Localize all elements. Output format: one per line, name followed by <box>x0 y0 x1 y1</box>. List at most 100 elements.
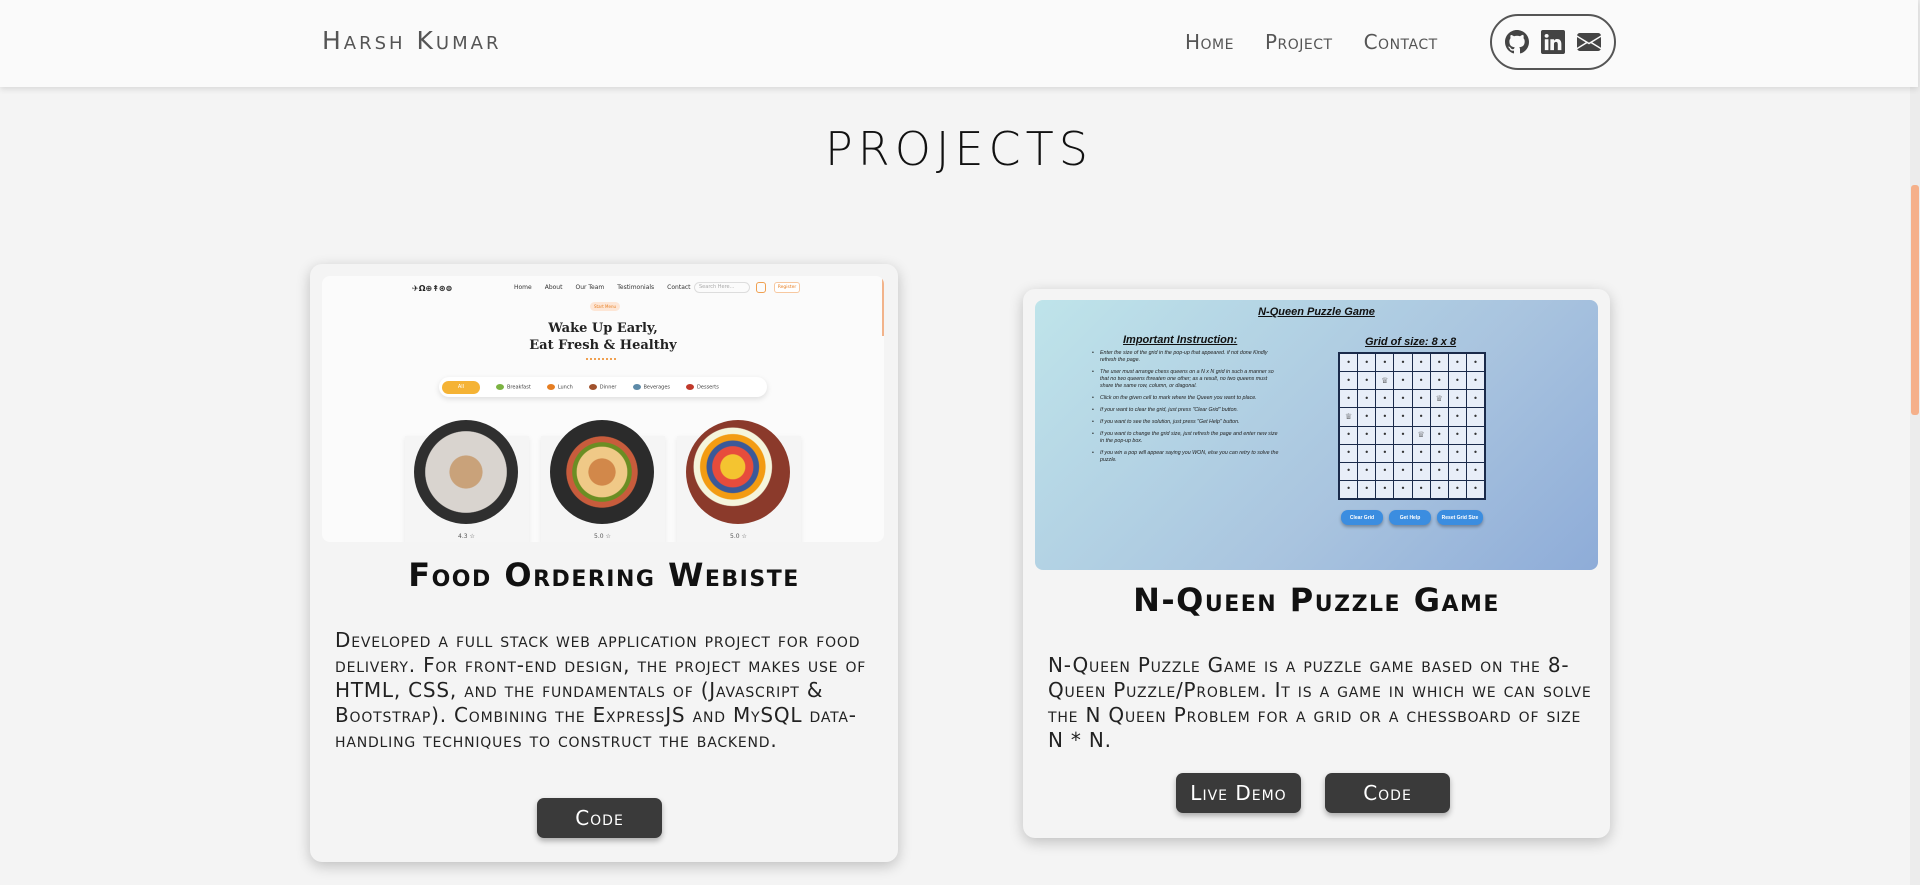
grid-cell: • <box>1358 426 1376 444</box>
grid-cell: • <box>1430 372 1448 390</box>
nav-project-link[interactable]: Project <box>1265 30 1333 54</box>
grid-cell: ♕ <box>1376 372 1394 390</box>
grid-cell: • <box>1394 426 1412 444</box>
brand-name[interactable]: Harsh Kumar <box>322 26 501 55</box>
preview-instruction: If you win a pop will appear saying you … <box>1090 450 1280 464</box>
project-screenshot: N-Queen Puzzle Game Important Instructio… <box>1035 300 1598 570</box>
grid-cell: • <box>1340 426 1358 444</box>
live-demo-button[interactable]: Live Demo <box>1176 773 1301 813</box>
nav-home-link[interactable]: Home <box>1185 30 1234 54</box>
preview-food-image <box>414 420 518 524</box>
grid-cell: • <box>1448 390 1466 408</box>
envelope-icon[interactable] <box>1576 29 1602 55</box>
grid-cell: • <box>1466 372 1484 390</box>
preview-grid-heading: Grid of size: 8 x 8 <box>1365 336 1457 348</box>
preview-get-help-button: Get Help <box>1389 510 1431 525</box>
grid-cell: • <box>1358 390 1376 408</box>
grid-cell: • <box>1394 408 1412 426</box>
preview-food-image <box>550 420 654 524</box>
preview-register: Register <box>774 282 800 293</box>
grid-cell: • <box>1466 426 1484 444</box>
grid-cell: • <box>1358 354 1376 372</box>
grid-cell: ♕ <box>1412 426 1430 444</box>
preview-navbar: ✈Ω⊕↟⊛⊜ Home About Our Team Testimonials … <box>322 276 884 300</box>
preview-logo: ✈Ω⊕↟⊛⊜ <box>412 284 453 293</box>
project-title: N-Queen Puzzle Game <box>1133 581 1500 619</box>
preview-rating: 5.0 ☆ <box>594 533 611 540</box>
preview-headline-line: Eat Fresh & Healthy <box>529 338 677 353</box>
preview-headline-line: Wake Up Early, <box>548 321 658 336</box>
preview-instruction: Enter the size of the grid in the pop-up… <box>1090 350 1280 364</box>
grid-cell: • <box>1430 462 1448 480</box>
grid-cell: • <box>1412 480 1430 498</box>
grid-cell: • <box>1376 354 1394 372</box>
preview-instruction: If you want to change the grid size, jus… <box>1090 431 1280 445</box>
preview-buttons: Clear Grid Get Help Reset Grid Size <box>1341 510 1483 525</box>
preview-instruction: If your want to clear the grid, just pre… <box>1090 407 1280 414</box>
grid-cell: • <box>1340 354 1358 372</box>
grid-cell: • <box>1358 480 1376 498</box>
grid-cell: • <box>1412 354 1430 372</box>
grid-cell: • <box>1358 462 1376 480</box>
grid-cell: • <box>1430 354 1448 372</box>
grid-cell: • <box>1466 354 1484 372</box>
code-button[interactable]: Code <box>1325 773 1450 813</box>
preview-rating: 5.0 ☆ <box>730 533 747 540</box>
nav-contact-link[interactable]: Contact <box>1364 30 1438 54</box>
site-header: Harsh Kumar Home Project Contact <box>0 0 1918 87</box>
grid-cell: • <box>1448 444 1466 462</box>
grid-cell: • <box>1430 426 1448 444</box>
grid-cell: • <box>1394 390 1412 408</box>
project-card-food-ordering: ✈Ω⊕↟⊛⊜ Home About Our Team Testimonials … <box>310 264 898 862</box>
preview-reset-grid-button: Reset Grid Size <box>1437 510 1483 525</box>
preview-instruction: The user must arrange chess queens on a … <box>1090 369 1280 390</box>
grid-cell: • <box>1466 408 1484 426</box>
preview-rating: 4.3 ☆ <box>458 533 475 540</box>
grid-cell: • <box>1340 480 1358 498</box>
preview-instruction: If you want to see the solution, just pr… <box>1090 419 1280 426</box>
preview-categories: All Breakfast Lunch Dinner Beverages Des… <box>439 377 767 397</box>
social-links <box>1490 14 1616 70</box>
grid-cell: • <box>1376 462 1394 480</box>
preview-food-image <box>686 420 790 524</box>
grid-cell: • <box>1448 372 1466 390</box>
preview-category: Beverages <box>632 383 670 390</box>
grid-cell: • <box>1376 426 1394 444</box>
grid-cell: • <box>1412 390 1430 408</box>
grid-cell: • <box>1376 444 1394 462</box>
grid-cell: • <box>1340 372 1358 390</box>
main-nav: Home Project Contact <box>1185 30 1438 54</box>
preview-category: Dinner <box>588 383 617 390</box>
grid-cell: • <box>1394 444 1412 462</box>
grid-cell: • <box>1394 354 1412 372</box>
code-button[interactable]: Code <box>537 798 662 838</box>
preview-search: Search Here... <box>694 282 750 293</box>
preview-category: Breakfast <box>496 383 531 390</box>
linkedin-icon[interactable] <box>1540 29 1566 55</box>
grid-cell: • <box>1358 444 1376 462</box>
preview-instructions: Enter the size of the grid in the pop-up… <box>1090 350 1280 469</box>
grid-cell: • <box>1412 372 1430 390</box>
preview-pill: Start Menu <box>590 302 620 311</box>
preview-clear-grid-button: Clear Grid <box>1341 510 1383 525</box>
grid-cell: • <box>1376 408 1394 426</box>
grid-cell: • <box>1376 390 1394 408</box>
github-icon[interactable] <box>1504 29 1530 55</box>
grid-cell: ♕ <box>1430 390 1448 408</box>
scrollbar-thumb[interactable] <box>1911 185 1919 415</box>
grid-cell: • <box>1376 480 1394 498</box>
preview-underline <box>586 356 616 360</box>
preview-nav-item: Our Team <box>575 284 605 291</box>
preview-nav-item: Contact <box>667 284 691 291</box>
grid-cell: • <box>1448 408 1466 426</box>
preview-chess-grid: • • • • • • • • • • ♕ • • • • • • • • • • ♕ • • ♕ • • • • • • • • • • • ♕ • • •… <box>1338 352 1486 500</box>
preview-category: Desserts <box>686 383 719 390</box>
grid-cell: • <box>1394 372 1412 390</box>
preview-instructions-heading: Important Instruction: <box>1123 334 1238 346</box>
preview-nav-item: Home <box>514 284 532 291</box>
grid-cell: • <box>1448 426 1466 444</box>
grid-cell: • <box>1466 462 1484 480</box>
grid-cell: • <box>1430 408 1448 426</box>
section-title: PROJECTS <box>825 122 1093 176</box>
grid-cell: • <box>1430 480 1448 498</box>
